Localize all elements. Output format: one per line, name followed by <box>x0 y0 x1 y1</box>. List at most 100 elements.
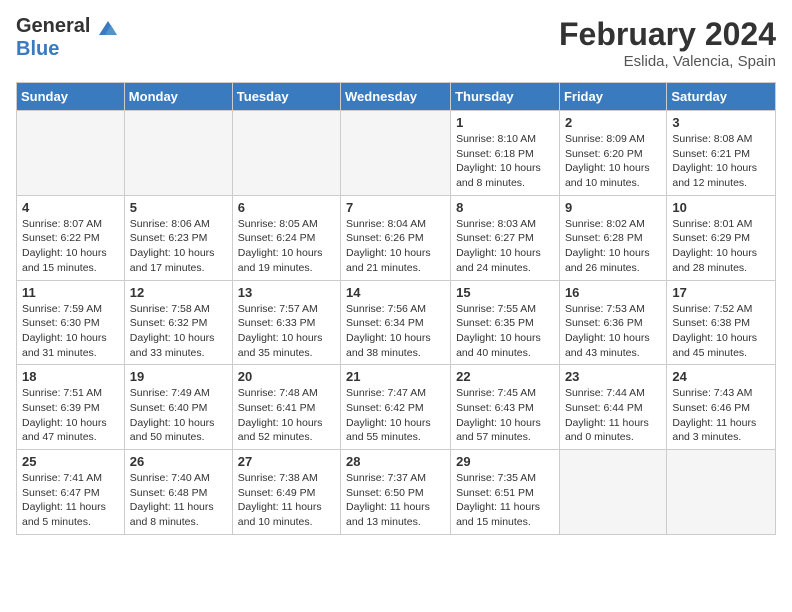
calendar-cell <box>232 111 340 196</box>
day-number: 10 <box>672 200 770 215</box>
calendar-cell: 13 Sunrise: 7:57 AM Sunset: 6:33 PM Dayli… <box>232 280 340 365</box>
day-info: Sunrise: 7:57 AM Sunset: 6:33 PM Dayligh… <box>238 302 335 361</box>
day-number: 11 <box>22 285 119 300</box>
day-info: Sunrise: 8:06 AM Sunset: 6:23 PM Dayligh… <box>130 217 227 276</box>
day-info: Sunrise: 7:58 AM Sunset: 6:32 PM Dayligh… <box>130 302 227 361</box>
calendar-cell: 20 Sunrise: 7:48 AM Sunset: 6:41 PM Dayli… <box>232 365 340 450</box>
day-number: 29 <box>456 454 554 469</box>
day-number: 14 <box>346 285 445 300</box>
calendar-cell: 6 Sunrise: 8:05 AM Sunset: 6:24 PM Daylig… <box>232 195 340 280</box>
day-number: 18 <box>22 369 119 384</box>
day-number: 27 <box>238 454 335 469</box>
calendar-cell: 25 Sunrise: 7:41 AM Sunset: 6:47 PM Dayli… <box>17 450 125 535</box>
calendar-week-row: 11 Sunrise: 7:59 AM Sunset: 6:30 PM Dayli… <box>17 280 776 365</box>
calendar-cell: 11 Sunrise: 7:59 AM Sunset: 6:30 PM Dayli… <box>17 280 125 365</box>
calendar-cell: 28 Sunrise: 7:37 AM Sunset: 6:50 PM Dayli… <box>341 450 451 535</box>
day-info: Sunrise: 8:08 AM Sunset: 6:21 PM Dayligh… <box>672 132 770 191</box>
calendar-week-row: 1 Sunrise: 8:10 AM Sunset: 6:18 PM Daylig… <box>17 111 776 196</box>
day-info: Sunrise: 7:44 AM Sunset: 6:44 PM Dayligh… <box>565 386 661 445</box>
logo: General Blue <box>16 16 119 60</box>
calendar-cell <box>17 111 125 196</box>
day-number: 7 <box>346 200 445 215</box>
day-number: 6 <box>238 200 335 215</box>
calendar-cell: 22 Sunrise: 7:45 AM Sunset: 6:43 PM Dayli… <box>451 365 560 450</box>
day-number: 20 <box>238 369 335 384</box>
day-info: Sunrise: 7:35 AM Sunset: 6:51 PM Dayligh… <box>456 471 554 530</box>
day-number: 25 <box>22 454 119 469</box>
column-header-wednesday: Wednesday <box>341 83 451 111</box>
calendar-week-row: 4 Sunrise: 8:07 AM Sunset: 6:22 PM Daylig… <box>17 195 776 280</box>
calendar-cell: 29 Sunrise: 7:35 AM Sunset: 6:51 PM Dayli… <box>451 450 560 535</box>
calendar-cell: 4 Sunrise: 8:07 AM Sunset: 6:22 PM Daylig… <box>17 195 125 280</box>
calendar-cell <box>341 111 451 196</box>
calendar-cell: 2 Sunrise: 8:09 AM Sunset: 6:20 PM Daylig… <box>559 111 666 196</box>
day-number: 9 <box>565 200 661 215</box>
day-number: 3 <box>672 115 770 130</box>
calendar-header-row: SundayMondayTuesdayWednesdayThursdayFrid… <box>17 83 776 111</box>
day-number: 24 <box>672 369 770 384</box>
column-header-thursday: Thursday <box>451 83 560 111</box>
calendar-cell: 8 Sunrise: 8:03 AM Sunset: 6:27 PM Daylig… <box>451 195 560 280</box>
day-info: Sunrise: 7:41 AM Sunset: 6:47 PM Dayligh… <box>22 471 119 530</box>
calendar-title: February 2024 <box>559 16 776 53</box>
day-number: 15 <box>456 285 554 300</box>
day-info: Sunrise: 7:55 AM Sunset: 6:35 PM Dayligh… <box>456 302 554 361</box>
calendar-cell: 14 Sunrise: 7:56 AM Sunset: 6:34 PM Dayli… <box>341 280 451 365</box>
day-info: Sunrise: 8:10 AM Sunset: 6:18 PM Dayligh… <box>456 132 554 191</box>
calendar-cell: 21 Sunrise: 7:47 AM Sunset: 6:42 PM Dayli… <box>341 365 451 450</box>
calendar-cell <box>559 450 666 535</box>
calendar-cell: 12 Sunrise: 7:58 AM Sunset: 6:32 PM Dayli… <box>124 280 232 365</box>
column-header-sunday: Sunday <box>17 83 125 111</box>
day-number: 28 <box>346 454 445 469</box>
day-info: Sunrise: 7:47 AM Sunset: 6:42 PM Dayligh… <box>346 386 445 445</box>
calendar-cell: 24Sunrise: 7:43 AM Sunset: 6:46 PM Dayli… <box>667 365 776 450</box>
column-header-saturday: Saturday <box>667 83 776 111</box>
day-number: 8 <box>456 200 554 215</box>
day-info: Sunrise: 8:07 AM Sunset: 6:22 PM Dayligh… <box>22 217 119 276</box>
logo-general: General <box>16 15 90 37</box>
day-number: 19 <box>130 369 227 384</box>
calendar-subtitle: Eslida, Valencia, Spain <box>559 53 776 70</box>
calendar-cell <box>124 111 232 196</box>
column-header-tuesday: Tuesday <box>232 83 340 111</box>
day-number: 26 <box>130 454 227 469</box>
calendar-cell: 10Sunrise: 8:01 AM Sunset: 6:29 PM Dayli… <box>667 195 776 280</box>
day-info: Sunrise: 7:45 AM Sunset: 6:43 PM Dayligh… <box>456 386 554 445</box>
page-header: General Blue February 2024 Eslida, Valen… <box>16 16 776 70</box>
calendar-cell: 26Sunrise: 7:40 AM Sunset: 6:48 PM Dayli… <box>124 450 232 535</box>
day-number: 2 <box>565 115 661 130</box>
day-info: Sunrise: 7:56 AM Sunset: 6:34 PM Dayligh… <box>346 302 445 361</box>
day-number: 13 <box>238 285 335 300</box>
day-info: Sunrise: 7:37 AM Sunset: 6:50 PM Dayligh… <box>346 471 445 530</box>
day-number: 17 <box>672 285 770 300</box>
day-info: Sunrise: 8:05 AM Sunset: 6:24 PM Dayligh… <box>238 217 335 276</box>
calendar-cell: 19 Sunrise: 7:49 AM Sunset: 6:40 PM Dayli… <box>124 365 232 450</box>
calendar-week-row: 18 Sunrise: 7:51 AM Sunset: 6:39 PM Dayli… <box>17 365 776 450</box>
day-info: Sunrise: 8:02 AM Sunset: 6:28 PM Dayligh… <box>565 217 661 276</box>
day-info: Sunrise: 7:53 AM Sunset: 6:36 PM Dayligh… <box>565 302 661 361</box>
day-number: 1 <box>456 115 554 130</box>
column-header-friday: Friday <box>559 83 666 111</box>
title-block: February 2024 Eslida, Valencia, Spain <box>559 16 776 70</box>
day-number: 12 <box>130 285 227 300</box>
day-info: Sunrise: 8:09 AM Sunset: 6:20 PM Dayligh… <box>565 132 661 191</box>
day-info: Sunrise: 7:49 AM Sunset: 6:40 PM Dayligh… <box>130 386 227 445</box>
day-info: Sunrise: 7:38 AM Sunset: 6:49 PM Dayligh… <box>238 471 335 530</box>
day-number: 4 <box>22 200 119 215</box>
calendar-week-row: 25 Sunrise: 7:41 AM Sunset: 6:47 PM Dayli… <box>17 450 776 535</box>
day-info: Sunrise: 7:48 AM Sunset: 6:41 PM Dayligh… <box>238 386 335 445</box>
day-number: 21 <box>346 369 445 384</box>
calendar-cell: 27 Sunrise: 7:38 AM Sunset: 6:49 PM Dayli… <box>232 450 340 535</box>
calendar-cell: 18 Sunrise: 7:51 AM Sunset: 6:39 PM Dayli… <box>17 365 125 450</box>
day-number: 22 <box>456 369 554 384</box>
day-number: 5 <box>130 200 227 215</box>
day-info: Sunrise: 7:59 AM Sunset: 6:30 PM Dayligh… <box>22 302 119 361</box>
day-info: Sunrise: 7:51 AM Sunset: 6:39 PM Dayligh… <box>22 386 119 445</box>
calendar-cell <box>667 450 776 535</box>
day-info: Sunrise: 8:03 AM Sunset: 6:27 PM Dayligh… <box>456 217 554 276</box>
logo-icon <box>97 17 119 39</box>
column-header-monday: Monday <box>124 83 232 111</box>
calendar-table: SundayMondayTuesdayWednesdayThursdayFrid… <box>16 82 776 535</box>
calendar-cell: 17Sunrise: 7:52 AM Sunset: 6:38 PM Dayli… <box>667 280 776 365</box>
calendar-cell: 15 Sunrise: 7:55 AM Sunset: 6:35 PM Dayli… <box>451 280 560 365</box>
